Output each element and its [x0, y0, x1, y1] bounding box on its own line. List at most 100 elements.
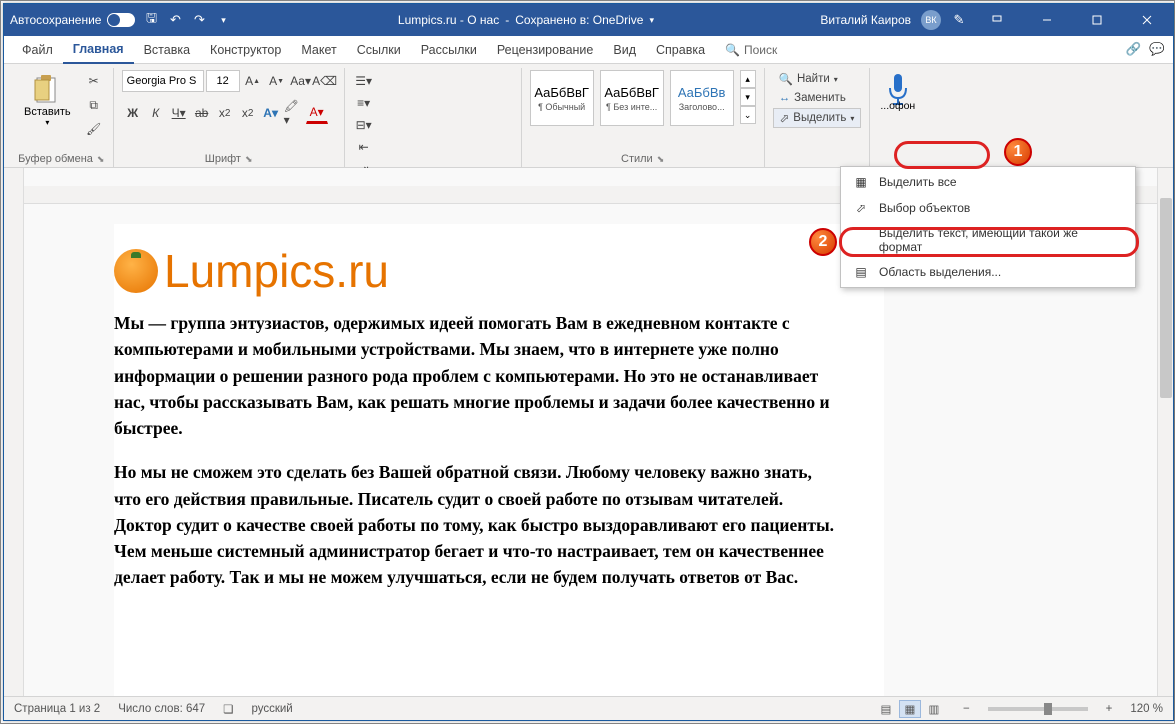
italic-icon[interactable]: К [145, 102, 167, 124]
menu-select-all-label: Выделить все [879, 175, 957, 189]
styles-launcher-icon[interactable]: ⬊ [657, 154, 665, 165]
search-icon: 🔍 [725, 43, 740, 57]
format-painter-icon[interactable]: 🖌 [83, 118, 105, 140]
change-case-icon[interactable]: Aa▾ [290, 70, 312, 92]
document-page[interactable]: Lumpics.ru Мы — группа энтузиастов, одер… [114, 224, 884, 696]
menu-select-all[interactable]: ▦ Выделить все [841, 169, 1135, 195]
tab-view[interactable]: Вид [603, 36, 646, 64]
highlight-icon[interactable]: 🖍▾ [283, 102, 305, 124]
replace-button[interactable]: ↔ Заменить [773, 90, 862, 106]
font-size-input[interactable] [206, 70, 240, 92]
scrollbar-vertical[interactable] [1157, 168, 1173, 696]
strike-icon[interactable]: ab [191, 102, 213, 124]
style-heading1[interactable]: АаБбВв Заголово... [670, 70, 734, 126]
annotation-highlight-2 [839, 227, 1139, 257]
search-box[interactable]: 🔍 Поиск [725, 43, 777, 57]
title-dropdown-icon[interactable]: ▾ [649, 15, 654, 26]
styles-down-icon[interactable]: ▾ [740, 88, 756, 106]
replace-icon: ↔ [779, 92, 791, 104]
save-icon[interactable]: 🖫 [143, 12, 159, 28]
scrollbar-thumb[interactable] [1160, 198, 1172, 398]
style-preview: АаБбВв [678, 85, 726, 100]
styles-gallery-arrows[interactable]: ▴ ▾ ⌄ [740, 70, 756, 124]
decrease-indent-icon[interactable]: ⇤ [353, 136, 375, 158]
redo-icon[interactable]: ↷ [191, 12, 207, 28]
tab-layout[interactable]: Макет [291, 36, 346, 64]
find-button[interactable]: 🔍 Найти ▾ [773, 70, 862, 88]
multilevel-icon[interactable]: ⊟▾ [353, 114, 375, 136]
paragraph-2: Но мы не сможем это сделать без Вашей об… [114, 459, 834, 590]
numbering-icon[interactable]: ≡▾ [353, 92, 375, 114]
document-title: Lumpics.ru - О нас [398, 13, 499, 27]
dictate-label: ...офон [880, 100, 915, 112]
tab-insert[interactable]: Вставка [134, 36, 200, 64]
underline-icon[interactable]: Ч▾ [168, 102, 190, 124]
cut-icon[interactable]: ✂ [83, 70, 105, 92]
style-nospacing[interactable]: АаБбВвГ ¶ Без инте... [600, 70, 664, 126]
pane-icon: ▤ [853, 264, 869, 280]
copy-icon[interactable]: ⧉ [83, 94, 105, 116]
comments-icon[interactable]: 💬 [1149, 42, 1165, 57]
tab-help[interactable]: Справка [646, 36, 715, 64]
undo-icon[interactable]: ↶ [167, 12, 183, 28]
zoom-out-icon[interactable]: − [963, 703, 970, 715]
subscript-icon[interactable]: x2 [214, 102, 236, 124]
tab-home[interactable]: Главная [63, 36, 134, 64]
font-color-icon[interactable]: A▾ [306, 102, 328, 124]
clear-format-icon[interactable]: A⌫ [314, 70, 336, 92]
font-launcher-icon[interactable]: ⬊ [245, 154, 253, 165]
autosave-toggle[interactable]: Автосохранение [10, 13, 135, 27]
ruler-vertical[interactable] [4, 168, 24, 696]
zoom-slider[interactable] [988, 707, 1088, 711]
group-styles-label: Стили [621, 153, 653, 165]
view-web-icon[interactable]: ▥ [923, 700, 945, 718]
clipboard-launcher-icon[interactable]: ⬊ [97, 154, 105, 165]
find-icon: 🔍 [779, 72, 793, 86]
status-words[interactable]: Число слов: 647 [118, 703, 205, 715]
style-normal[interactable]: АаБбВвГ ¶ Обычный [530, 70, 594, 126]
status-page[interactable]: Страница 1 из 2 [14, 703, 100, 715]
avatar[interactable]: ВК [921, 10, 941, 30]
close-button[interactable] [1127, 4, 1167, 36]
zoom-in-icon[interactable]: + [1106, 703, 1113, 715]
view-print-icon[interactable]: ▦ [899, 700, 921, 718]
status-language[interactable]: русский [251, 703, 292, 715]
ribbon: Вставить ▾ ✂ ⧉ 🖌 Буфер обмена⬊ A▲ A▼ [4, 64, 1173, 168]
share-icon[interactable]: 🔗 [1126, 42, 1142, 57]
bold-icon[interactable]: Ж [122, 102, 144, 124]
proofing-icon[interactable]: ❏ [223, 702, 233, 716]
font-name-input[interactable] [122, 70, 204, 92]
superscript-icon[interactable]: x2 [237, 102, 259, 124]
zoom-level[interactable]: 120 % [1130, 703, 1163, 715]
tab-review[interactable]: Рецензирование [487, 36, 604, 64]
zoom-handle[interactable] [1044, 703, 1052, 715]
tab-references[interactable]: Ссылки [347, 36, 411, 64]
maximize-button[interactable] [1077, 4, 1117, 36]
style-name: Заголово... [679, 102, 725, 112]
text-effects-icon[interactable]: A▾ [260, 102, 282, 124]
menu-selection-pane[interactable]: ▤ Область выделения... [841, 259, 1135, 285]
draw-mode-icon[interactable]: ✎ [951, 12, 967, 28]
tab-mailings[interactable]: Рассылки [411, 36, 487, 64]
view-read-icon[interactable]: ▤ [875, 700, 897, 718]
tab-design[interactable]: Конструктор [200, 36, 291, 64]
tab-file[interactable]: Файл [12, 36, 63, 64]
autosave-label: Автосохранение [10, 13, 101, 27]
styles-up-icon[interactable]: ▴ [740, 70, 756, 88]
toggle-switch[interactable] [107, 13, 135, 27]
bullets-icon[interactable]: ☰▾ [353, 70, 375, 92]
user-name[interactable]: Виталий Каиров [820, 13, 911, 27]
orange-logo-icon [114, 249, 158, 293]
qat-dropdown-icon[interactable]: ▾ [215, 12, 231, 28]
styles-more-icon[interactable]: ⌄ [740, 106, 756, 124]
select-dropdown-icon: ▾ [850, 114, 854, 123]
minimize-button[interactable] [1027, 4, 1067, 36]
cursor-icon: ⬀ [780, 111, 790, 125]
paste-button[interactable]: Вставить ▾ [18, 70, 77, 131]
grow-font-icon[interactable]: A▲ [242, 70, 264, 92]
ribbon-options-icon[interactable] [977, 4, 1017, 36]
menu-select-objects[interactable]: ⬀ Выбор объектов [841, 195, 1135, 221]
select-button[interactable]: ⬀ Выделить ▾ [773, 108, 862, 128]
find-label: Найти [797, 73, 830, 85]
shrink-font-icon[interactable]: A▼ [266, 70, 288, 92]
